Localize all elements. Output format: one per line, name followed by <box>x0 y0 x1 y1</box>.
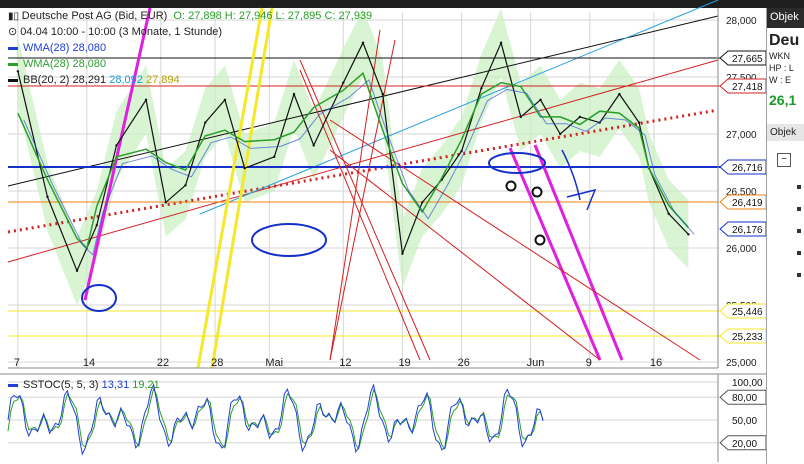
price-point <box>401 252 404 255</box>
price-point <box>667 212 670 215</box>
price-point <box>115 144 118 147</box>
oscillator-swatch <box>8 383 18 387</box>
tree-bullet-icon <box>797 273 801 277</box>
price-point <box>618 92 621 96</box>
price-point <box>519 115 522 119</box>
annotation-circle <box>534 234 546 246</box>
level-label: 27,418 <box>732 82 763 93</box>
wma-blue-label: WMA(28) 28,080 <box>23 42 107 54</box>
bollinger-low: 27,894 <box>145 74 180 86</box>
instrument-ohlc: O: 27,898 H: 27,946 L: 27,895 C: 27,939 <box>173 10 373 22</box>
legend-info: ⊙ 04.04 10:00 - 10:00 (3 Monate, 1 Stund… <box>8 24 372 40</box>
x-tick-label: 14 <box>83 357 95 369</box>
x-tick-label: 12 <box>339 357 351 369</box>
legend-candle-icon: ▮▯ <box>8 11 22 22</box>
level-label: 26,176 <box>732 225 763 236</box>
annotation-circle <box>531 186 543 198</box>
object-side-panel: Objek Deu WKN HP : L W : E 26,1 Objek − <box>766 8 804 464</box>
oscillator-value-1: 13,31 <box>101 379 130 391</box>
oscillator-tick-label: 100,00 <box>732 378 763 389</box>
x-tick-label: 19 <box>398 357 410 369</box>
price-point <box>75 269 79 272</box>
clock-icon: ⊙ <box>8 26 21 38</box>
level-label: 25,233 <box>732 332 763 343</box>
wma-green-label: WMA(28) 28,080 <box>23 58 107 70</box>
legend-wma-blue[interactable]: WMA(28) 28,080 <box>8 40 372 56</box>
level-label: 25,446 <box>732 307 763 318</box>
side-panel-hp: HP : L <box>769 63 794 73</box>
legend-instrument: ▮▯ Deutsche Post AG (Bid, EUR) O: 27,898… <box>8 8 372 24</box>
price-point <box>164 201 167 204</box>
instrument-info: 04.04 10:00 - 10:00 (3 Monate, 1 Stunde) <box>20 26 223 38</box>
side-panel-w: W : E <box>769 75 791 85</box>
x-tick-label: 26 <box>458 357 470 369</box>
y-tick-label: 27,000 <box>726 130 757 141</box>
price-point <box>204 121 207 124</box>
price-point <box>243 167 246 170</box>
y-tick-label: 28,000 <box>726 16 757 27</box>
side-panel-wkn: WKN <box>769 51 790 61</box>
oscillator-tick-label: 50,00 <box>732 416 757 427</box>
x-tick-label: Mai <box>265 357 283 369</box>
collapse-button[interactable]: − <box>777 153 791 167</box>
price-point <box>687 233 690 236</box>
y-tick-label: 26,000 <box>726 244 757 255</box>
tree-bullet-icon <box>797 185 801 189</box>
bollinger-mid: 28,092 <box>109 74 143 86</box>
side-panel-title: Deu <box>769 32 800 49</box>
price-point <box>460 149 463 153</box>
price-point <box>184 184 187 187</box>
price-point <box>292 92 296 96</box>
x-tick-label: 28 <box>211 357 223 369</box>
price-point <box>223 98 227 102</box>
price-point <box>539 98 542 102</box>
price-point <box>46 195 49 198</box>
legend-bollinger[interactable]: BB(20, 2) 28,291 28,092 27,894 <box>8 72 372 88</box>
bollinger-label: BB(20, 2) 28,291 <box>23 74 107 86</box>
side-panel-price: 26,1 <box>769 92 797 108</box>
level-label: 26,419 <box>732 198 763 209</box>
oscillator-value-2: 19,21 <box>132 379 160 391</box>
price-point <box>273 155 276 158</box>
tree-bullet-icon <box>797 229 801 233</box>
side-panel-header[interactable]: Objek <box>767 8 804 28</box>
chart-legend: ▮▯ Deutsche Post AG (Bid, EUR) O: 27,898… <box>8 8 372 88</box>
wma-blue-swatch <box>8 46 18 50</box>
bollinger-swatch <box>8 78 18 82</box>
price-point <box>480 87 483 90</box>
side-panel-header-2[interactable]: Objek <box>767 124 804 141</box>
price-point <box>381 92 384 96</box>
tree-bullet-icon <box>797 251 801 255</box>
instrument-name: Deutsche Post AG (Bid, EUR) <box>21 10 168 22</box>
x-tick-label: Jun <box>527 357 545 369</box>
x-tick-label: 16 <box>650 357 662 369</box>
oscillator-tick-label: 20,00 <box>732 439 757 450</box>
level-label: 27,665 <box>732 54 763 65</box>
x-tick-label: 7 <box>14 357 20 369</box>
x-tick-label: 22 <box>157 357 169 369</box>
price-point <box>312 144 315 147</box>
price-point <box>637 121 641 124</box>
y-tick-label: 25,000 <box>726 358 757 369</box>
price-point <box>578 115 582 119</box>
price-point <box>559 132 562 136</box>
price-point <box>420 201 424 204</box>
legend-wma-green[interactable]: WMA(28) 28,080 <box>8 56 372 72</box>
level-label: 26,716 <box>732 163 763 174</box>
oscillator-name: SSTOC(5, 5, 3) <box>23 379 99 391</box>
wma-green-swatch <box>8 62 18 66</box>
oscillator-legend: SSTOC(5, 5, 3) 13,31 19,21 <box>8 379 160 391</box>
price-point <box>499 41 503 44</box>
price-point <box>144 98 148 102</box>
x-tick-label: 9 <box>586 357 592 369</box>
tree-bullet-icon <box>797 207 801 211</box>
annotation-circle <box>505 180 517 192</box>
price-point <box>95 224 98 227</box>
oscillator-tick-label: 80,00 <box>732 393 757 404</box>
